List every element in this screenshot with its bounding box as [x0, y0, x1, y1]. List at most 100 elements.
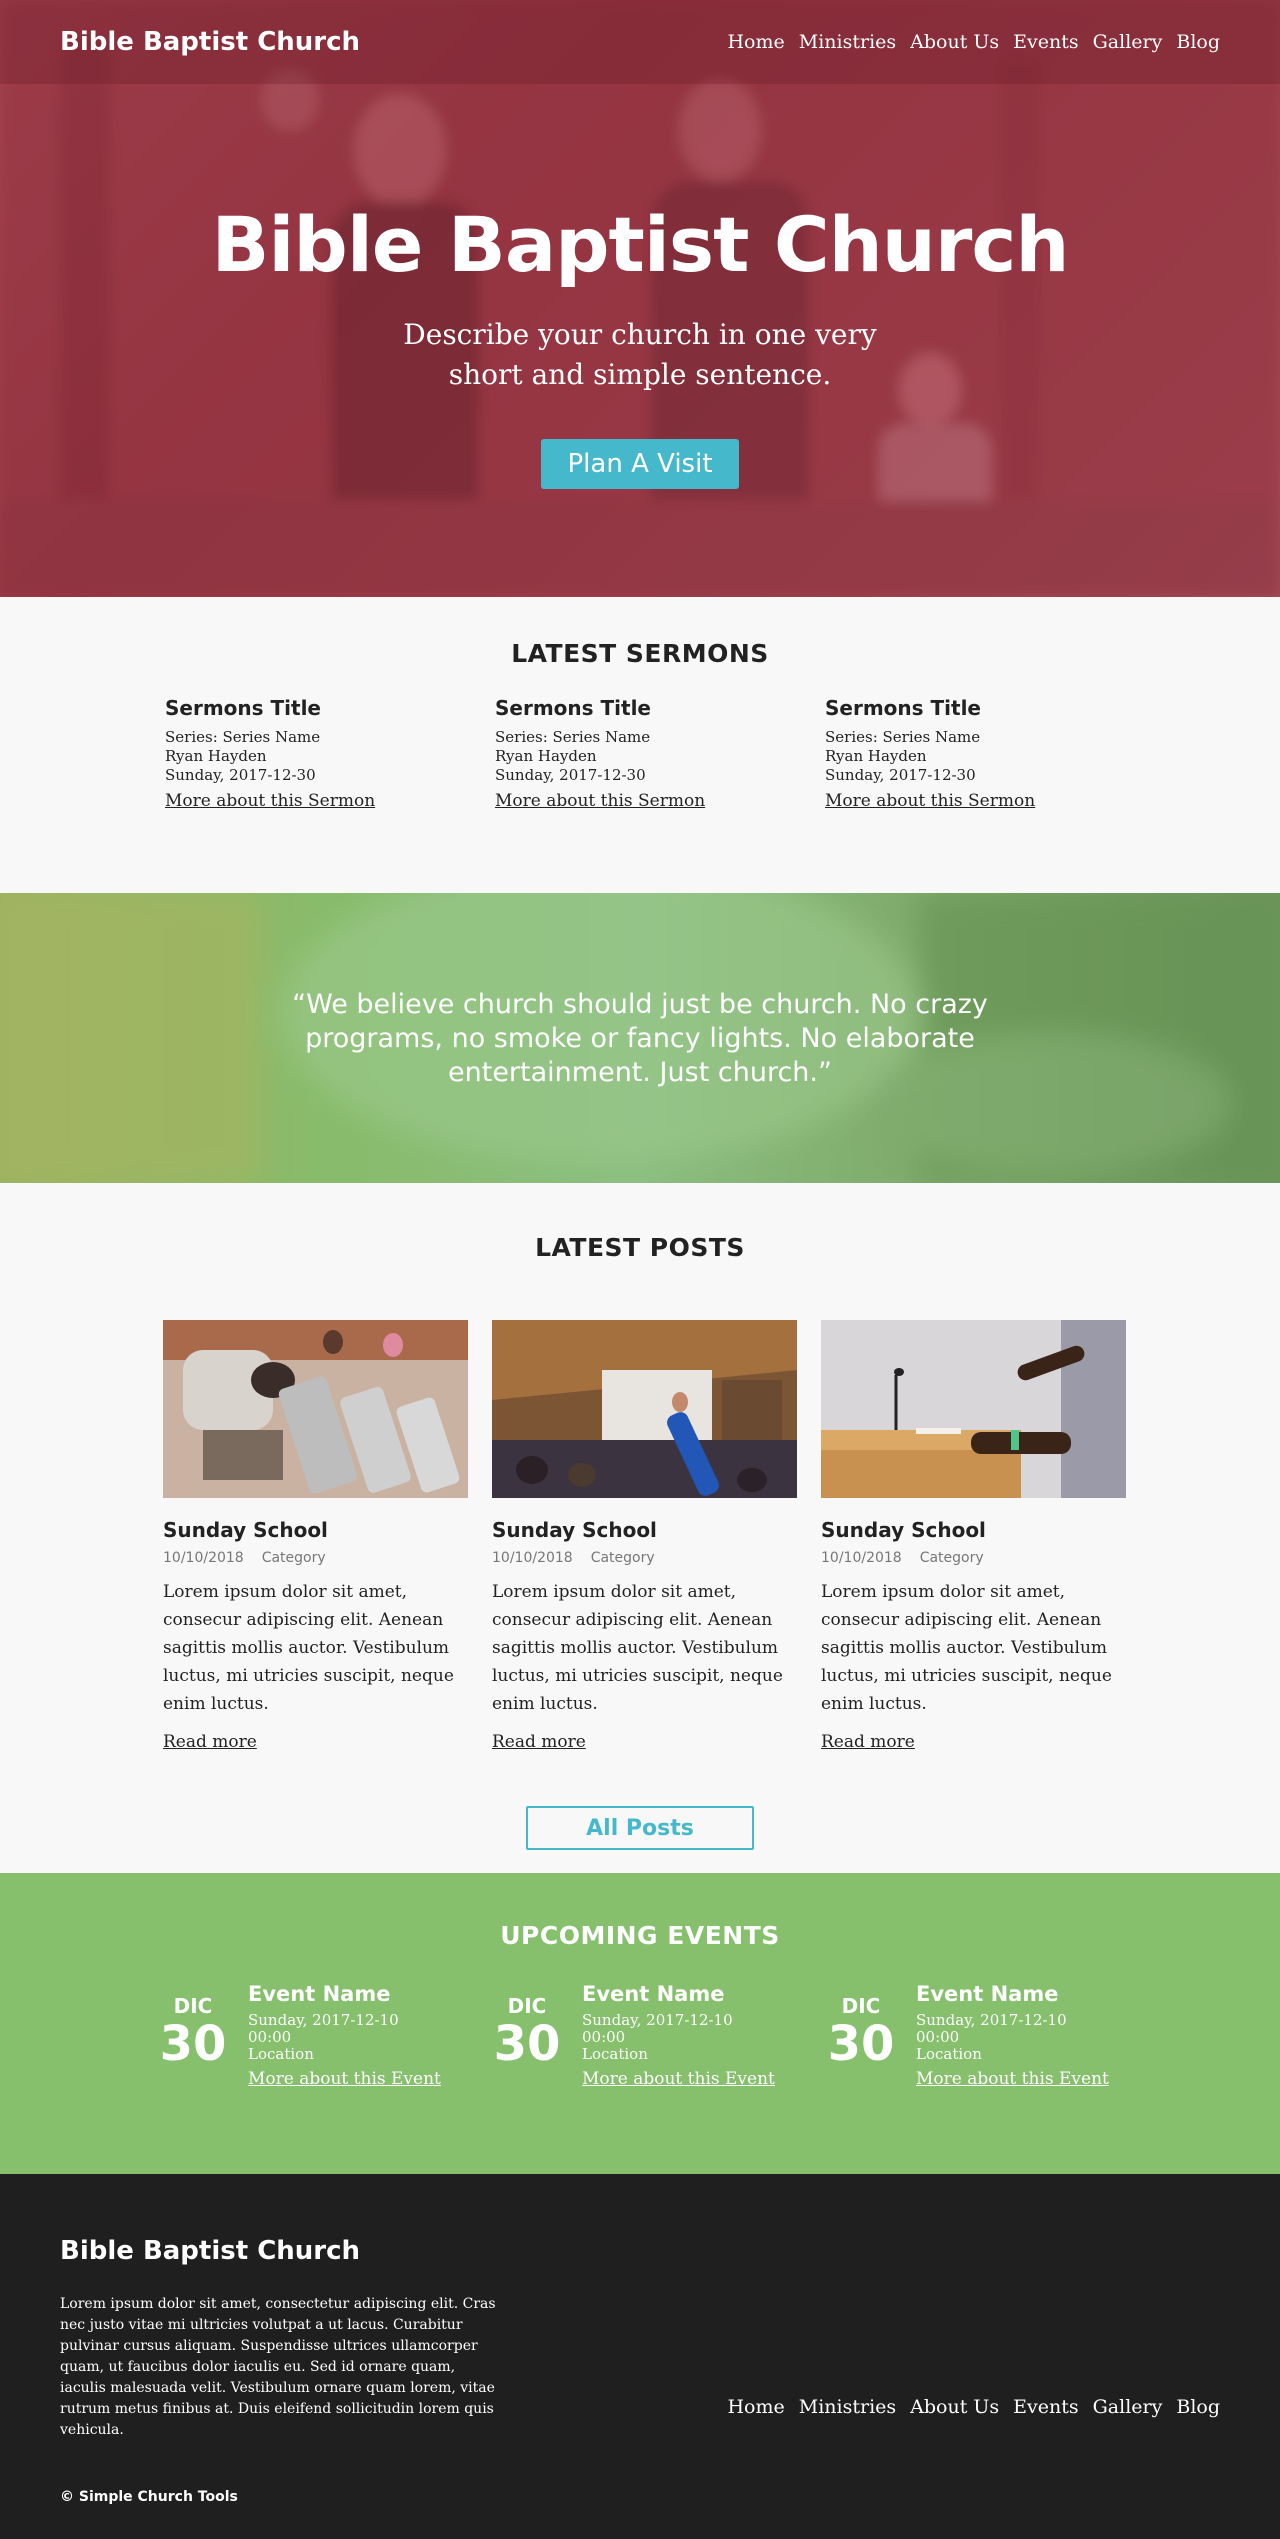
post-category[interactable]: Category — [591, 1550, 655, 1566]
latest-sermons-section: LATEST SERMONS Sermons Title Series: Ser… — [0, 597, 1280, 893]
read-more-link[interactable]: Read more — [163, 1732, 257, 1752]
event-date-badge: DIC 30 — [816, 1982, 906, 2089]
hero-content: Bible Baptist Church Describe your churc… — [0, 200, 1280, 489]
nav-blog[interactable]: Blog — [1176, 31, 1220, 53]
event-date-badge: DIC 30 — [148, 1982, 238, 2089]
main-nav: Home Ministries About Us Events Gallery … — [727, 31, 1220, 53]
post-title[interactable]: Sunday School — [163, 1518, 468, 1542]
event-time: 00:00 — [248, 2028, 292, 2046]
event-card: DIC 30 Event Name Sunday, 2017-12-10 00:… — [482, 1982, 816, 2089]
event-date: Sunday, 2017-12-10 — [582, 2011, 733, 2029]
sermon-more-link[interactable]: More about this Sermon — [165, 791, 375, 811]
event-month: DIC — [507, 1994, 547, 2018]
post-category[interactable]: Category — [920, 1550, 984, 1566]
event-month: DIC — [173, 1994, 213, 2018]
sermon-series: Series: Series Name — [165, 728, 321, 746]
sermon-date: Sunday, 2017-12-30 — [495, 766, 646, 784]
event-time: 00:00 — [916, 2028, 960, 2046]
quote-banner: “We believe church should just be church… — [0, 893, 1280, 1183]
event-info: Event Name Sunday, 2017-12-10 00:00 Loca… — [572, 1982, 775, 2089]
top-navigation-bar: Bible Baptist Church Home Ministries Abo… — [0, 0, 1280, 84]
footer-nav-gallery[interactable]: Gallery — [1093, 2396, 1163, 2418]
event-info: Event Name Sunday, 2017-12-10 00:00 Loca… — [238, 1982, 441, 2089]
quote-text-wrap: “We believe church should just be church… — [0, 988, 1280, 1090]
sermon-card: Sermons Title Series: Series Name Ryan H… — [495, 696, 825, 811]
footer-nav-home[interactable]: Home — [727, 2396, 784, 2418]
event-location: Location — [248, 2045, 314, 2063]
post-meta: 10/10/2018 Category — [492, 1550, 797, 1566]
all-posts-button[interactable]: All Posts — [526, 1806, 754, 1850]
event-list: DIC 30 Event Name Sunday, 2017-12-10 00:… — [130, 1982, 1150, 2089]
footer-nav-about-us[interactable]: About Us — [910, 2396, 999, 2418]
post-meta: 10/10/2018 Category — [163, 1550, 468, 1566]
sermon-more-link[interactable]: More about this Sermon — [495, 791, 705, 811]
upcoming-events-section: UPCOMING EVENTS DIC 30 Event Name Sunday… — [0, 1873, 1280, 2174]
event-day: 30 — [159, 2016, 227, 2072]
post-list: Sunday School 10/10/2018 Category Lorem … — [140, 1320, 1140, 1752]
footer-brand: Bible Baptist Church — [60, 2236, 361, 2266]
event-location: Location — [582, 2045, 648, 2063]
footer-description: Lorem ipsum dolor sit amet, consectetur … — [60, 2296, 496, 2438]
post-date: 10/10/2018 — [163, 1550, 244, 1566]
sermon-list: Sermons Title Series: Series Name Ryan H… — [125, 696, 1155, 811]
sermon-more-link[interactable]: More about this Sermon — [825, 791, 1035, 811]
sermon-title: Sermons Title — [495, 696, 651, 720]
event-more-link[interactable]: More about this Event — [582, 2069, 775, 2089]
event-more-link[interactable]: More about this Event — [248, 2069, 441, 2089]
nav-gallery[interactable]: Gallery — [1093, 31, 1163, 53]
footer-nav-ministries[interactable]: Ministries — [799, 2396, 896, 2418]
post-excerpt: Lorem ipsum dolor sit amet, consecur adi… — [492, 1582, 783, 1714]
latest-posts-section: LATEST POSTS Sunday School 10/10/2018 Ca… — [0, 1183, 1280, 1873]
event-more-link[interactable]: More about this Event — [916, 2069, 1109, 2089]
plan-a-visit-button[interactable]: Plan A Visit — [541, 439, 739, 489]
nav-ministries[interactable]: Ministries — [799, 31, 896, 53]
sermon-title: Sermons Title — [165, 696, 321, 720]
events-heading: UPCOMING EVENTS — [500, 1921, 780, 1950]
sermon-series: Series: Series Name — [495, 728, 651, 746]
post-excerpt: Lorem ipsum dolor sit amet, consecur adi… — [163, 1582, 454, 1714]
sermon-card: Sermons Title Series: Series Name Ryan H… — [825, 696, 1155, 811]
sermon-series: Series: Series Name — [825, 728, 981, 746]
footer-nav-events[interactable]: Events — [1013, 2396, 1078, 2418]
post-date: 10/10/2018 — [492, 1550, 573, 1566]
event-name: Event Name — [248, 1982, 391, 2006]
post-image-worship[interactable] — [492, 1320, 797, 1498]
post-card: Sunday School 10/10/2018 Category Lorem … — [821, 1320, 1126, 1752]
sermon-date: Sunday, 2017-12-30 — [825, 766, 976, 784]
posts-heading: LATEST POSTS — [535, 1233, 745, 1262]
nav-home[interactable]: Home — [727, 31, 784, 53]
event-info: Event Name Sunday, 2017-12-10 00:00 Loca… — [906, 1982, 1109, 2089]
copyright-text: © Simple Church Tools — [60, 2489, 238, 2505]
nav-about-us[interactable]: About Us — [910, 31, 999, 53]
post-date: 10/10/2018 — [821, 1550, 902, 1566]
sermon-date: Sunday, 2017-12-30 — [165, 766, 316, 784]
event-date-badge: DIC 30 — [482, 1982, 572, 2089]
post-title[interactable]: Sunday School — [821, 1518, 1126, 1542]
nav-events[interactable]: Events — [1013, 31, 1078, 53]
hero-title: Bible Baptist Church — [211, 200, 1069, 289]
footer-nav: Home Ministries About Us Events Gallery … — [727, 2396, 1220, 2418]
sermon-speaker: Ryan Hayden — [165, 747, 267, 765]
event-month: DIC — [841, 1994, 881, 2018]
event-time: 00:00 — [582, 2028, 626, 2046]
post-title[interactable]: Sunday School — [492, 1518, 797, 1542]
post-category[interactable]: Category — [262, 1550, 326, 1566]
sermon-title: Sermons Title — [825, 696, 981, 720]
event-date: Sunday, 2017-12-10 — [248, 2011, 399, 2029]
post-card: Sunday School 10/10/2018 Category Lorem … — [163, 1320, 468, 1752]
event-day: 30 — [827, 2016, 895, 2072]
post-image-preaching[interactable] — [821, 1320, 1126, 1498]
read-more-link[interactable]: Read more — [821, 1732, 915, 1752]
read-more-link[interactable]: Read more — [492, 1732, 586, 1752]
site-brand[interactable]: Bible Baptist Church — [60, 27, 360, 57]
sermon-speaker: Ryan Hayden — [495, 747, 597, 765]
event-day: 30 — [493, 2016, 561, 2072]
event-card: DIC 30 Event Name Sunday, 2017-12-10 00:… — [148, 1982, 482, 2089]
sermon-speaker: Ryan Hayden — [825, 747, 927, 765]
post-image-praying[interactable] — [163, 1320, 468, 1498]
event-card: DIC 30 Event Name Sunday, 2017-12-10 00:… — [816, 1982, 1150, 2089]
sermons-heading: LATEST SERMONS — [511, 639, 769, 668]
post-meta: 10/10/2018 Category — [821, 1550, 1126, 1566]
footer-nav-blog[interactable]: Blog — [1176, 2396, 1220, 2418]
hero-subtitle: Describe your church in one very short a… — [403, 318, 877, 391]
